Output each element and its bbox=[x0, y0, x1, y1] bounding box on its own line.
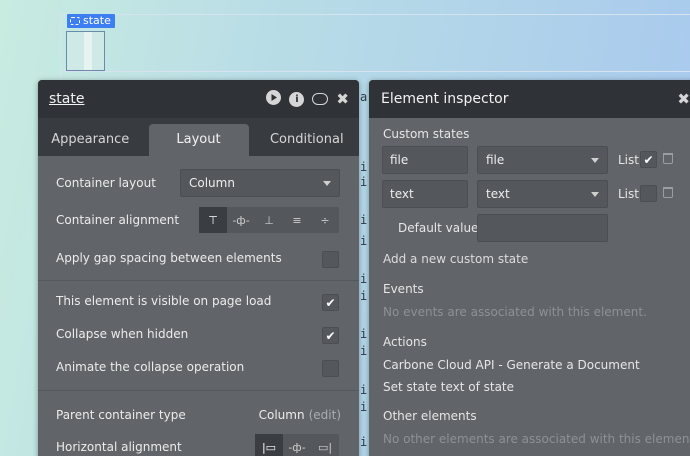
gap-spacing-label: Apply gap spacing between elements bbox=[56, 251, 282, 265]
state-element-box[interactable] bbox=[66, 31, 105, 71]
behind-a: a bbox=[360, 90, 368, 104]
tab-appearance[interactable]: Appearance bbox=[38, 124, 143, 156]
state-name-field[interactable]: file bbox=[382, 146, 468, 174]
events-heading: Events bbox=[383, 282, 424, 296]
comment-icon[interactable] bbox=[312, 93, 329, 105]
default-value-input[interactable] bbox=[477, 214, 608, 242]
tab-layout[interactable]: Layout bbox=[148, 124, 249, 156]
behind-i: i bbox=[360, 213, 368, 227]
inspector-title: Element inspector bbox=[381, 91, 509, 107]
parent-type-edit-link[interactable]: (edit) bbox=[309, 408, 341, 422]
custom-states-heading: Custom states bbox=[383, 127, 470, 141]
property-tabs: Appearance Layout Conditional bbox=[38, 118, 359, 156]
animate-checkbox[interactable] bbox=[322, 360, 339, 377]
parent-type-label: Parent container type bbox=[56, 408, 186, 422]
behind-i: i bbox=[360, 175, 368, 189]
other-elements-heading: Other elements bbox=[383, 409, 477, 423]
behind-i: i bbox=[360, 344, 368, 358]
close-icon[interactable]: ✖ bbox=[336, 91, 349, 107]
list-label: List bbox=[618, 153, 639, 167]
checkmark-icon: ✔ bbox=[643, 152, 654, 167]
property-editor-title[interactable]: state bbox=[49, 91, 84, 107]
list-label: List bbox=[618, 187, 639, 201]
state-type-value: text bbox=[486, 187, 510, 201]
align-stretch-icon[interactable]: ≡ bbox=[283, 207, 311, 233]
tab-conditional[interactable]: Conditional bbox=[255, 124, 360, 156]
gap-spacing-checkbox[interactable] bbox=[322, 251, 339, 268]
state-element-tag[interactable]: state bbox=[67, 14, 115, 28]
horizontal-alignment-label: Horizontal alignment bbox=[56, 440, 182, 454]
play-icon[interactable] bbox=[266, 90, 282, 108]
canvas-guide-top bbox=[60, 14, 690, 15]
gap-spacing-row: Apply gap spacing between elements bbox=[56, 251, 341, 265]
container-alignment-buttons: ⊤ -ф- ⊥ ≡ ÷ bbox=[199, 207, 339, 233]
align-top-icon[interactable]: ⊤ bbox=[199, 207, 227, 233]
state-type-value: file bbox=[486, 153, 505, 167]
parent-type-row: Parent container type Column (edit) bbox=[56, 408, 341, 422]
other-elements-empty-text: No other elements are associated with th… bbox=[383, 432, 690, 446]
chevron-down-icon bbox=[591, 191, 599, 197]
align-center-icon[interactable]: -ф- bbox=[227, 207, 255, 233]
behind-i: i bbox=[360, 160, 368, 174]
align-bottom-icon[interactable]: ⊥ bbox=[255, 207, 283, 233]
behind-i: i bbox=[360, 289, 368, 303]
close-icon[interactable]: ✖ bbox=[677, 91, 690, 107]
checkmark-icon: ✔ bbox=[325, 328, 336, 343]
collapse-label: Collapse when hidden bbox=[56, 327, 189, 341]
animate-label: Animate the collapse operation bbox=[56, 360, 245, 374]
state-name-field[interactable]: text bbox=[382, 180, 468, 208]
state-type-select[interactable]: text bbox=[477, 180, 608, 208]
state-tag-label: state bbox=[83, 14, 111, 27]
canvas-guide-left bbox=[60, 14, 61, 80]
chevron-down-icon bbox=[591, 157, 599, 163]
add-custom-state-link[interactable]: Add a new custom state bbox=[383, 252, 528, 266]
events-empty-text: No events are associated with this eleme… bbox=[383, 305, 647, 319]
visible-checkbox[interactable]: ✔ bbox=[322, 294, 339, 311]
container-layout-value: Column bbox=[189, 176, 235, 190]
canvas-guide-mid bbox=[60, 71, 690, 72]
collapse-row: Collapse when hidden bbox=[56, 327, 341, 341]
property-editor-header[interactable]: state i ✖ bbox=[38, 80, 359, 118]
section-divider bbox=[38, 390, 359, 391]
align-hcenter-icon[interactable]: -ф- bbox=[283, 434, 311, 456]
container-layout-select[interactable]: Column bbox=[180, 169, 340, 197]
checkmark-icon: ✔ bbox=[325, 295, 336, 310]
state-type-select[interactable]: file bbox=[477, 146, 608, 174]
actions-heading: Actions bbox=[383, 335, 427, 349]
trash-icon[interactable] bbox=[663, 187, 673, 198]
align-distribute-icon[interactable]: ÷ bbox=[311, 207, 339, 233]
behind-i: i bbox=[360, 400, 368, 414]
horizontal-alignment-buttons: |▭ -ф- ▭| bbox=[255, 434, 339, 456]
trash-icon[interactable] bbox=[663, 153, 673, 164]
collapse-checkbox[interactable]: ✔ bbox=[322, 327, 339, 344]
parent-type-value: Column bbox=[258, 408, 305, 422]
section-divider bbox=[38, 280, 359, 281]
chevron-down-icon bbox=[323, 180, 331, 186]
align-left-icon[interactable]: |▭ bbox=[255, 434, 283, 456]
default-value-label: Default value bbox=[398, 221, 479, 235]
behind-i: i bbox=[360, 234, 368, 248]
list-checkbox[interactable] bbox=[640, 185, 657, 202]
align-right-icon[interactable]: ▭| bbox=[311, 434, 339, 456]
behind-i: i bbox=[360, 272, 368, 286]
element-inspector: Element inspector ✖ Custom states file f… bbox=[369, 80, 690, 456]
info-icon[interactable]: i bbox=[289, 91, 305, 107]
list-checkbox[interactable]: ✔ bbox=[640, 151, 657, 168]
inspector-header[interactable]: Element inspector ✖ bbox=[369, 80, 690, 118]
action-link[interactable]: Set state text of state bbox=[383, 380, 514, 394]
behind-i: i bbox=[360, 383, 368, 397]
container-alignment-label: Container alignment bbox=[56, 213, 180, 227]
visible-label: This element is visible on page load bbox=[56, 294, 272, 308]
animate-row: Animate the collapse operation bbox=[56, 360, 341, 374]
group-icon bbox=[70, 17, 80, 25]
behind-i: i bbox=[360, 327, 368, 341]
container-layout-label: Container layout bbox=[56, 176, 156, 190]
action-link[interactable]: Carbone Cloud API - Generate a Document bbox=[383, 358, 640, 372]
property-editor: state i ✖ Appearance Layout Conditional … bbox=[38, 80, 359, 456]
behind-i: i bbox=[360, 435, 368, 449]
visible-row: This element is visible on page load bbox=[56, 294, 341, 308]
